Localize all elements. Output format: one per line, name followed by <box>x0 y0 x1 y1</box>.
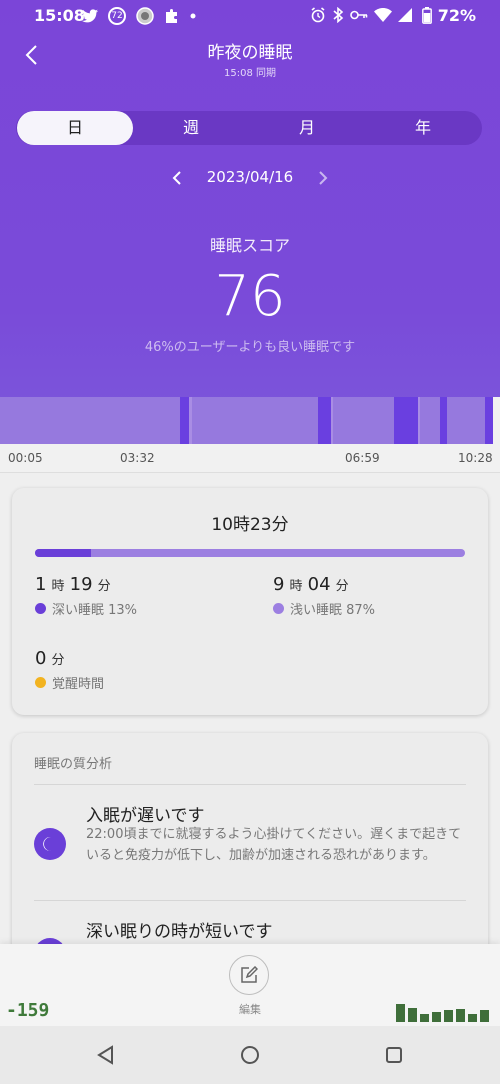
sleep-summary-card: 10時23分 1 時 19 分 深い睡眠 13% 9 時 04 分 浅い睡眠 8… <box>12 488 488 715</box>
chart-end <box>493 397 500 444</box>
time-tick: 03:32 <box>120 451 155 465</box>
status-bar: 15:08 72 72% <box>0 0 500 32</box>
battery-icon <box>421 7 432 24</box>
minute-unit: 分 <box>51 653 65 668</box>
hour-unit: 時 <box>51 579 65 594</box>
date-selector: 2023/04/16 <box>0 166 500 190</box>
status-time: 15:08 <box>34 6 85 25</box>
light-sleep-stat: 9 時 04 分 浅い睡眠 87% <box>273 574 375 618</box>
deep-sleep-dot <box>35 603 46 614</box>
deep-hours: 1 <box>35 574 47 595</box>
light-sleep-segment <box>331 397 333 444</box>
overlay-bar <box>480 1010 489 1022</box>
sync-time: 15:08 同期 <box>224 68 276 79</box>
deep-minutes: 19 <box>69 574 93 595</box>
time-tick: 10:28 <box>458 451 493 465</box>
sleep-header: 15:08 72 72% 昨夜の睡眠 15:08 同期 日 週 月 年 2023… <box>0 0 500 444</box>
analysis-title: 睡眠の質分析 <box>34 757 113 772</box>
analysis-item-title: 入眠が遅いです <box>86 806 205 826</box>
minute-unit: 分 <box>97 579 111 594</box>
light-sleep-label: 浅い睡眠 87% <box>290 603 376 618</box>
dot-icon <box>190 13 196 19</box>
alarm-icon <box>311 7 325 23</box>
light-sleep-dot <box>273 603 284 614</box>
awake-minutes: 0 <box>35 648 47 669</box>
edit-button[interactable] <box>229 955 269 995</box>
nav-back-icon[interactable] <box>96 1045 114 1065</box>
nav-recents-icon[interactable] <box>385 1046 403 1064</box>
tab-year[interactable]: 年 <box>365 111 481 145</box>
key-icon <box>350 10 368 20</box>
overlay-bar <box>444 1010 453 1022</box>
overlay-bar <box>468 1014 477 1022</box>
period-tabs: 日 週 月 年 <box>16 111 482 145</box>
tab-month[interactable]: 月 <box>249 111 365 145</box>
light-minutes: 04 <box>307 574 331 595</box>
deep-sleep-segment <box>318 397 331 444</box>
light-sleep-segment <box>418 397 420 444</box>
awake-stat: 0 分 覚醒時間 <box>35 648 104 692</box>
time-tick: 06:59 <box>345 451 380 465</box>
sleep-score: 76 <box>214 264 286 329</box>
sleep-ratio-bar <box>35 549 465 557</box>
minute-unit: 分 <box>335 579 349 594</box>
overlay-bar <box>420 1014 429 1022</box>
page-title: 昨夜の睡眠 <box>207 43 293 63</box>
awake-dot <box>35 677 46 688</box>
deep-sleep-segment <box>485 397 493 444</box>
nav-home-icon[interactable] <box>240 1045 260 1065</box>
deep-sleep-label: 深い睡眠 13% <box>52 603 138 618</box>
deep-sleep-stat: 1 時 19 分 深い睡眠 13% <box>35 574 137 618</box>
overlay-bars <box>396 1000 492 1022</box>
analysis-item-desc: 22:00頃までに就寝するよう心掛けてください。遅くまで起きていると免疫力が低下… <box>86 827 462 863</box>
light-hours: 9 <box>273 574 285 595</box>
time-axis: 00:05 03:32 06:59 10:28 <box>0 444 500 473</box>
deep-sleep-ratio <box>35 549 91 557</box>
battery-status: 72% <box>421 6 476 25</box>
puzzle-icon <box>166 9 177 23</box>
deep-sleep-segment <box>394 397 418 444</box>
current-date: 2023/04/16 <box>206 168 294 186</box>
moon-icon <box>34 828 66 860</box>
score-comparison: 46%のユーザーよりも良い睡眠です <box>144 340 356 355</box>
battery-percent: 72% <box>437 6 476 25</box>
overlay-bar <box>456 1009 465 1022</box>
divider <box>34 900 466 901</box>
deep-sleep-segment <box>180 397 189 444</box>
hour-unit: 時 <box>289 579 303 594</box>
twitter-icon <box>82 9 98 23</box>
analysis-item-title: 深い眠りの時が短いです <box>86 922 273 942</box>
system-navigation-bar <box>0 1026 500 1084</box>
overlay-bar <box>432 1012 441 1022</box>
tab-day[interactable]: 日 <box>17 111 133 145</box>
edit-icon <box>241 966 258 983</box>
wifi-icon <box>374 7 392 22</box>
tab-week[interactable]: 週 <box>133 111 249 145</box>
system-icons <box>310 7 412 23</box>
overlay-bar <box>396 1004 405 1022</box>
time-tick: 00:05 <box>8 451 43 465</box>
score-label: 睡眠スコア <box>209 236 290 255</box>
awake-label: 覚醒時間 <box>52 677 105 692</box>
total-sleep: 10時23分 <box>211 515 289 535</box>
bluetooth-icon <box>333 7 344 23</box>
notification-icons: 72 <box>82 7 196 25</box>
signal-icon <box>398 8 412 22</box>
app-icon <box>136 7 154 25</box>
next-date-icon[interactable] <box>314 170 330 186</box>
deep-sleep-segment <box>440 397 447 444</box>
divider <box>34 784 466 785</box>
light-sleep-segment <box>189 397 192 444</box>
sleep-stage-chart <box>0 397 500 444</box>
overlay-counter: -159 <box>6 1000 50 1021</box>
overlay-bar <box>408 1008 417 1022</box>
notification-badge: 72 <box>108 7 126 25</box>
